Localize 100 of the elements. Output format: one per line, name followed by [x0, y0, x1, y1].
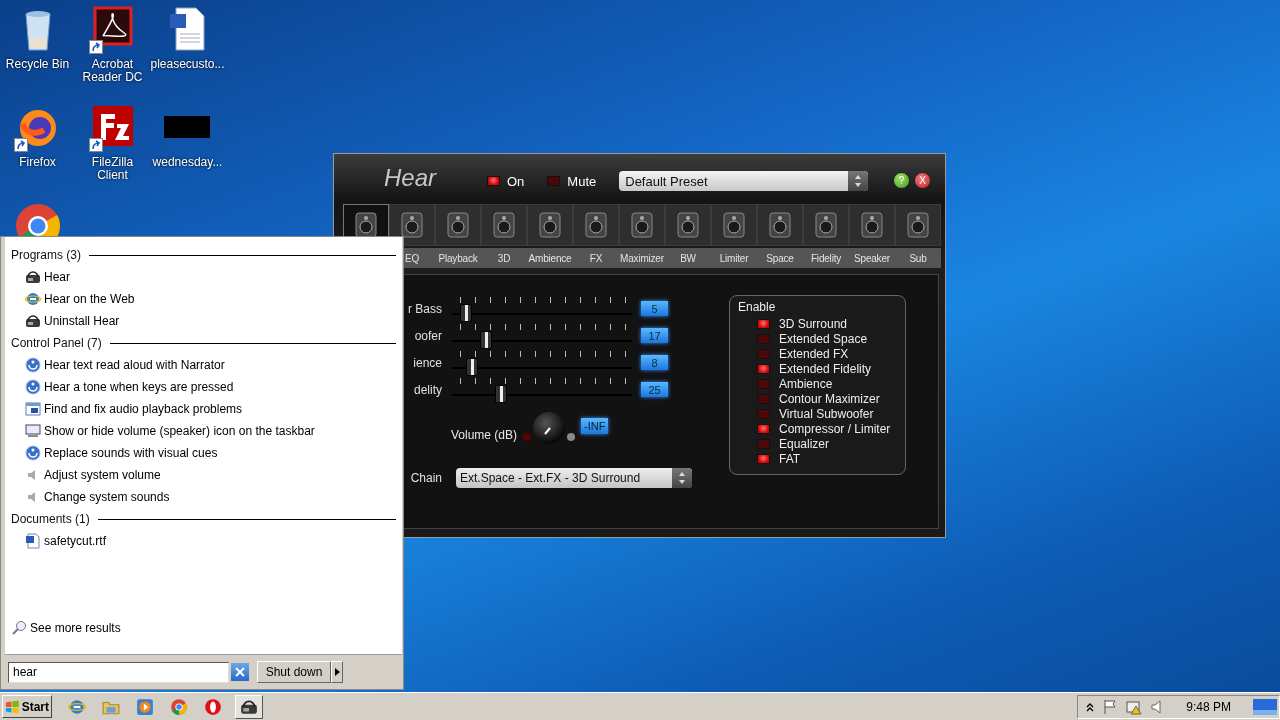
- network-warning-icon[interactable]: [1126, 698, 1143, 715]
- tab-label[interactable]: Maximizer: [619, 248, 665, 268]
- shut-down-button[interactable]: Shut down: [257, 661, 331, 683]
- tab-label[interactable]: Playback: [435, 248, 481, 268]
- browser-icon: [68, 697, 86, 716]
- result-item[interactable]: Change system sounds: [25, 486, 170, 508]
- result-item[interactable]: safetycut.rtf: [25, 530, 107, 552]
- value-display: -INF: [581, 418, 609, 434]
- document-icon: [25, 533, 41, 549]
- clock[interactable]: 9:48 PM: [1186, 699, 1231, 714]
- value-display: 5: [641, 301, 668, 316]
- flag-icon[interactable]: [1102, 698, 1119, 715]
- tab-label[interactable]: Space: [757, 248, 803, 268]
- result-item[interactable]: Hear text read aloud with Narrator: [25, 354, 225, 376]
- enable-label: Equalizer: [779, 436, 830, 451]
- tab-label[interactable]: Ambience: [527, 248, 573, 268]
- enable-label: Contour Maximizer: [779, 391, 880, 406]
- desktop-icon-label[interactable]: pleasecusto...: [150, 58, 225, 71]
- browser-icon: [170, 697, 188, 716]
- enable-led[interactable]: [757, 453, 770, 464]
- enable-label: 3D Surround: [779, 316, 848, 331]
- result-item[interactable]: Uninstall Hear: [25, 310, 120, 332]
- taskbar-button[interactable]: [235, 694, 263, 719]
- tab-label[interactable]: 3D: [481, 248, 527, 268]
- slider-thumb[interactable]: [494, 385, 507, 403]
- windows-logo-icon: [5, 698, 20, 715]
- result-item[interactable]: Show or hide volume (speaker) icon on the taskbar: [25, 420, 315, 442]
- power-label: On: [507, 173, 525, 189]
- window-icon: [25, 401, 41, 417]
- value-display: 25: [641, 382, 668, 397]
- tab-label[interactable]: Sub: [895, 248, 941, 268]
- enable-label: Compressor / Limiter: [779, 421, 891, 436]
- desktop-icon-label[interactable]: Recycle Bin: [0, 58, 75, 71]
- tab-label[interactable]: Fidelity: [803, 248, 849, 268]
- tab-label[interactable]: Speaker: [849, 248, 895, 268]
- group-header: Programs (3): [11, 248, 81, 262]
- slider-thumb[interactable]: [480, 331, 493, 349]
- result-item[interactable]: Adjust system volume: [25, 464, 161, 486]
- browser-icon: [25, 291, 41, 307]
- search-field[interactable]: hear: [8, 661, 229, 683]
- enable-led[interactable]: [757, 363, 770, 374]
- access-icon: [25, 357, 41, 373]
- see-more-link[interactable]: See more results: [11, 620, 121, 636]
- clear-icon: [235, 667, 245, 677]
- shut-down-options-button[interactable]: [331, 661, 343, 683]
- volume-knob[interactable]: [533, 412, 566, 444]
- access-icon: [25, 379, 41, 395]
- tab-button[interactable]: [389, 204, 435, 246]
- group-header: Control Panel (7): [11, 336, 102, 350]
- enable-led[interactable]: [757, 423, 770, 434]
- result-item[interactable]: Hear: [25, 266, 70, 288]
- search-icon: [11, 620, 27, 636]
- result-item[interactable]: Hear a tone when keys are pressed: [25, 376, 234, 398]
- start-button[interactable]: Start: [2, 695, 52, 718]
- slider-label: oofer: [413, 328, 442, 343]
- panel-title: Enable: [738, 300, 777, 316]
- enable-label: Extended FX: [779, 346, 849, 361]
- group-header: Documents (1): [11, 512, 90, 526]
- chevron-icon[interactable]: [1086, 701, 1095, 712]
- slider-label: delity: [413, 382, 442, 397]
- slider-thumb[interactable]: [460, 304, 473, 322]
- app-logo: Hear: [384, 164, 438, 192]
- access-icon: [25, 445, 41, 461]
- desktop-icon-label[interactable]: Firefox: [0, 156, 75, 169]
- enable-label: Extended Fidelity: [779, 361, 872, 376]
- enable-led[interactable]: [757, 318, 770, 329]
- show-desktop-icon[interactable]: [1253, 698, 1277, 715]
- desktop-icon-label[interactable]: Acrobat Reader DC: [75, 58, 150, 84]
- value-display: 17: [641, 328, 668, 343]
- value-display: 8: [641, 355, 668, 370]
- media-player-icon: [136, 697, 154, 716]
- result-item[interactable]: Replace sounds with visual cues: [25, 442, 218, 464]
- mute-label: Mute: [567, 173, 597, 189]
- preset-dropdown[interactable]: Default Preset: [619, 171, 869, 191]
- enable-label: FAT: [779, 451, 801, 466]
- desktop-icon-label[interactable]: FileZilla Client: [75, 156, 150, 182]
- result-item[interactable]: Hear on the Web: [25, 288, 135, 310]
- slider-label: ience: [412, 355, 442, 370]
- tab-label[interactable]: BW: [665, 248, 711, 268]
- chain-label: Chain: [409, 471, 442, 485]
- tab-label[interactable]: Limiter: [711, 248, 757, 268]
- max-dot: [567, 433, 576, 441]
- chain-dropdown[interactable]: Ext.Space - Ext.FX - 3D Surround: [456, 468, 692, 488]
- monitor-icon: [25, 423, 41, 439]
- volume-label: Volume (dB): [451, 428, 518, 442]
- clear-button[interactable]: [231, 663, 249, 681]
- slider-thumb[interactable]: [465, 358, 478, 376]
- caret-icon: [334, 668, 340, 676]
- tab-label[interactable]: FX: [573, 248, 619, 268]
- result-item[interactable]: Find and fix audio playback problems: [25, 398, 243, 420]
- enable-label: Virtual Subwoofer: [779, 406, 874, 421]
- spinner-arrows-icon[interactable]: [848, 171, 869, 191]
- opera-icon: [204, 697, 222, 716]
- min-dot: [523, 433, 532, 441]
- speaker-icon[interactable]: [1150, 698, 1163, 715]
- headphones-icon: [25, 313, 41, 329]
- spinner-arrows-icon[interactable]: [672, 468, 692, 488]
- headphones-icon: [25, 269, 41, 285]
- desktop-icon-label[interactable]: wednesday...: [150, 156, 225, 169]
- power-led[interactable]: [487, 176, 500, 186]
